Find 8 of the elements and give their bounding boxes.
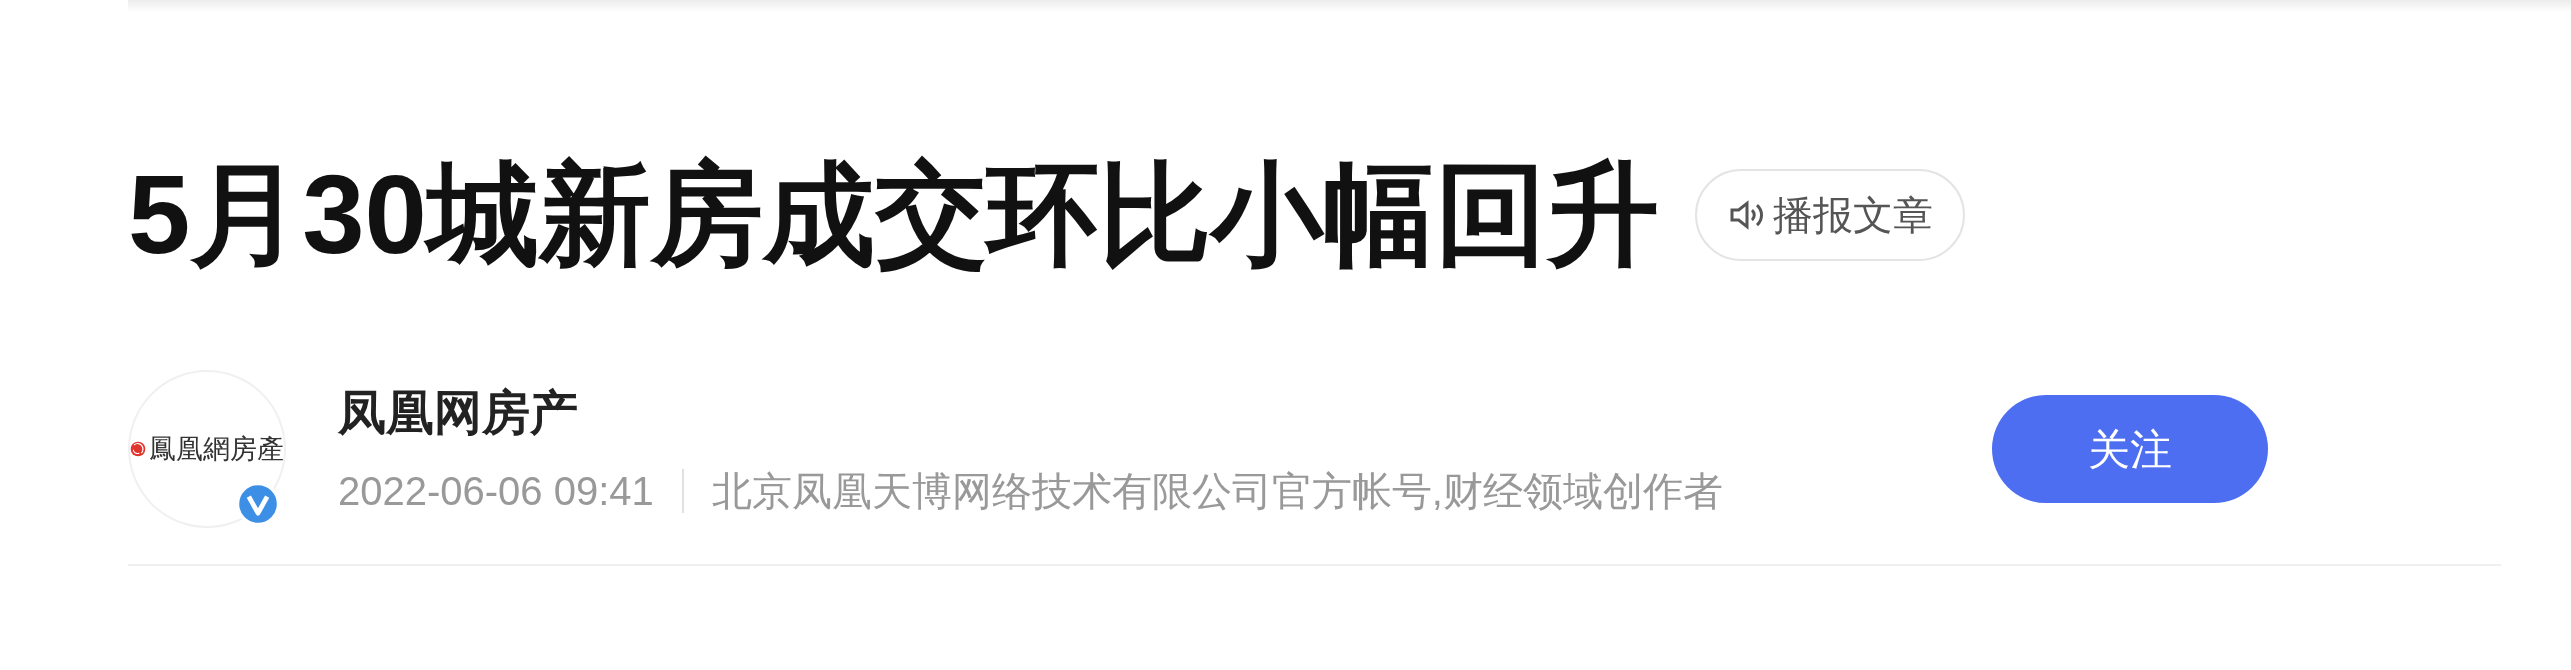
author-description: 北京凤凰天博网络技术有限公司官方帐号,财经领域创作者 — [711, 468, 1723, 516]
article-title: 5月30城新房成交环比小幅回升 — [128, 151, 1659, 279]
author-name[interactable]: 凤凰网房产 — [338, 377, 1992, 450]
logo-text: 鳳凰網房產 — [149, 432, 284, 467]
listen-button[interactable]: 播报文章 — [1694, 169, 1965, 262]
avatar[interactable]: 鳳凰網房產 — [128, 370, 286, 529]
publish-time: 2022-06-06 09:41 — [338, 468, 654, 516]
follow-button[interactable]: 关注 — [1992, 395, 2268, 504]
